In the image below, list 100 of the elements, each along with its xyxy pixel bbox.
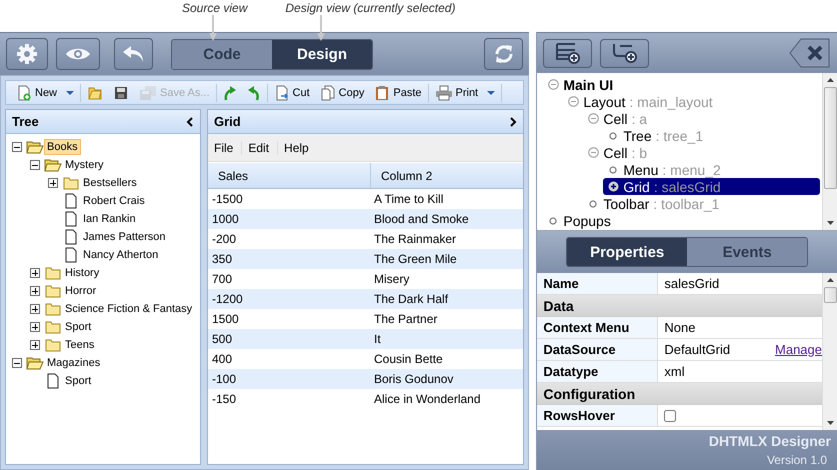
expand-icon[interactable] xyxy=(30,340,40,350)
scroll-up-icon[interactable] xyxy=(826,78,834,82)
circle-icon xyxy=(609,166,618,174)
document-icon xyxy=(47,373,59,389)
table-cell-text: Boris Godunov xyxy=(373,371,454,388)
table-cell-text: A Time to Kill xyxy=(373,191,444,208)
expand-icon[interactable] xyxy=(30,286,40,296)
tree-item[interactable]: Teens xyxy=(62,337,98,353)
structure-item[interactable]: Popups xyxy=(543,212,822,229)
structure-item[interactable]: Grid : salesGrid xyxy=(603,178,820,195)
table-cell-text: 500 xyxy=(211,331,234,348)
structure-item[interactable]: Cell : a xyxy=(583,110,822,127)
expand-icon[interactable] xyxy=(48,178,58,188)
property-value[interactable]: xml xyxy=(664,364,685,379)
scroll-up-icon[interactable] xyxy=(826,278,834,282)
property-name: Datatype xyxy=(537,361,658,382)
scroll-down-icon[interactable] xyxy=(826,221,834,225)
curved-arrow-icon xyxy=(246,84,261,100)
collapse-icon[interactable] xyxy=(12,142,22,152)
expand-icon[interactable] xyxy=(30,322,40,332)
tree-item[interactable]: Mystery xyxy=(62,157,106,173)
pointer-arrow xyxy=(317,15,326,41)
tree-item[interactable]: Sport xyxy=(62,319,94,335)
delete-button[interactable] xyxy=(789,38,831,68)
caption: Design view (currently selected) xyxy=(285,1,456,15)
add-layout-button[interactable] xyxy=(543,38,592,68)
add-component-button[interactable] xyxy=(600,38,650,68)
property-value[interactable]: salesGrid xyxy=(664,276,720,291)
collapse-icon[interactable] xyxy=(30,160,40,170)
structure-item[interactable]: Layout : main_layout xyxy=(563,93,822,110)
inspector-tab[interactable]: Properties xyxy=(567,238,688,266)
connector-plus-icon xyxy=(612,42,638,64)
scroll-thumb[interactable] xyxy=(824,87,836,189)
toolbar-button[interactable]: New xyxy=(12,82,78,104)
tree-item[interactable]: Robert Crais xyxy=(80,193,148,209)
view-tab[interactable]: Design xyxy=(272,40,372,68)
tree-item[interactable]: Books xyxy=(44,139,81,155)
structure-item[interactable]: Menu : menu_2 xyxy=(603,161,822,178)
structure-item[interactable]: Main UI xyxy=(543,76,822,93)
tree-item[interactable]: Ian Rankin xyxy=(80,211,139,227)
circle-icon xyxy=(609,132,618,140)
panel-title: Tree xyxy=(12,114,39,129)
property-value[interactable]: DefaultGrid xyxy=(664,342,730,357)
expand-icon[interactable] xyxy=(30,268,40,278)
expand-right-icon[interactable] xyxy=(509,116,518,126)
tree-item[interactable]: Nancy Atherton xyxy=(80,247,162,263)
toolbar-button[interactable]: Copy xyxy=(316,82,368,104)
table-cell-text: 700 xyxy=(211,271,234,288)
scrollbar[interactable] xyxy=(822,273,837,430)
property-name: Name xyxy=(537,273,658,294)
toolbar-button[interactable]: Cut xyxy=(270,82,314,104)
tree-item[interactable]: History xyxy=(62,265,102,281)
scroll-down-icon[interactable] xyxy=(826,421,834,425)
refresh-icon xyxy=(492,43,515,65)
tree-item[interactable]: Science Fiction & Fantasy xyxy=(62,301,196,317)
toolbar-button[interactable]: Print xyxy=(430,82,500,104)
checkbox[interactable] xyxy=(664,410,676,422)
tree-item[interactable]: Magazines xyxy=(44,355,104,371)
scrollbar[interactable] xyxy=(822,73,837,230)
circle-icon xyxy=(589,200,598,208)
structure-item[interactable]: Toolbar : toolbar_1 xyxy=(583,195,822,212)
document-icon xyxy=(65,211,77,227)
menu-item[interactable]: Help xyxy=(278,140,317,154)
table-cell-text: The Dark Half xyxy=(373,291,450,308)
menu-item[interactable]: Edit xyxy=(242,140,278,154)
table-cell-text: -1200 xyxy=(211,291,244,308)
tree-item[interactable]: Sport xyxy=(62,373,94,389)
expand-icon[interactable] xyxy=(608,181,619,192)
tree-item[interactable]: James Patterson xyxy=(80,229,169,245)
property-name: RowsHover xyxy=(537,405,658,426)
table-cell-text: -200 xyxy=(211,231,238,248)
table-cell-text: 350 xyxy=(211,251,234,268)
expand-icon[interactable] xyxy=(30,304,40,314)
folder-icon xyxy=(45,302,61,316)
refresh-button[interactable] xyxy=(484,38,524,70)
tree-item[interactable]: Horror xyxy=(62,283,100,299)
table-cell-text: -100 xyxy=(211,371,238,388)
manage-link[interactable]: Manage xyxy=(775,342,822,357)
undo-button[interactable] xyxy=(114,38,153,70)
column-header[interactable]: Column 2 xyxy=(371,163,524,188)
settings-button[interactable] xyxy=(6,38,48,70)
tree-item[interactable]: Bestsellers xyxy=(80,175,140,191)
column-header[interactable]: Sales xyxy=(208,163,371,188)
circle-icon xyxy=(549,216,558,224)
table-cell-text: It xyxy=(373,331,382,348)
app-title: DHTMLX Designer xyxy=(708,433,831,449)
table-cell-text: Misery xyxy=(373,271,410,288)
structure-item[interactable]: Tree : tree_1 xyxy=(603,127,822,144)
folder-icon xyxy=(45,266,61,280)
toolbar-button[interactable]: Paste xyxy=(370,82,426,104)
structure-item[interactable]: Cell : b xyxy=(583,144,822,161)
preview-button[interactable] xyxy=(56,38,100,70)
menu-item[interactable]: File xyxy=(208,140,242,154)
property-value[interactable]: None xyxy=(664,320,696,335)
collapse-left-icon[interactable] xyxy=(186,116,194,126)
table-cell-text: 400 xyxy=(211,351,234,368)
table-cell-text: -150 xyxy=(211,391,238,408)
printer-icon xyxy=(434,84,452,100)
collapse-icon[interactable] xyxy=(12,358,22,368)
scroll-thumb[interactable] xyxy=(824,287,836,303)
